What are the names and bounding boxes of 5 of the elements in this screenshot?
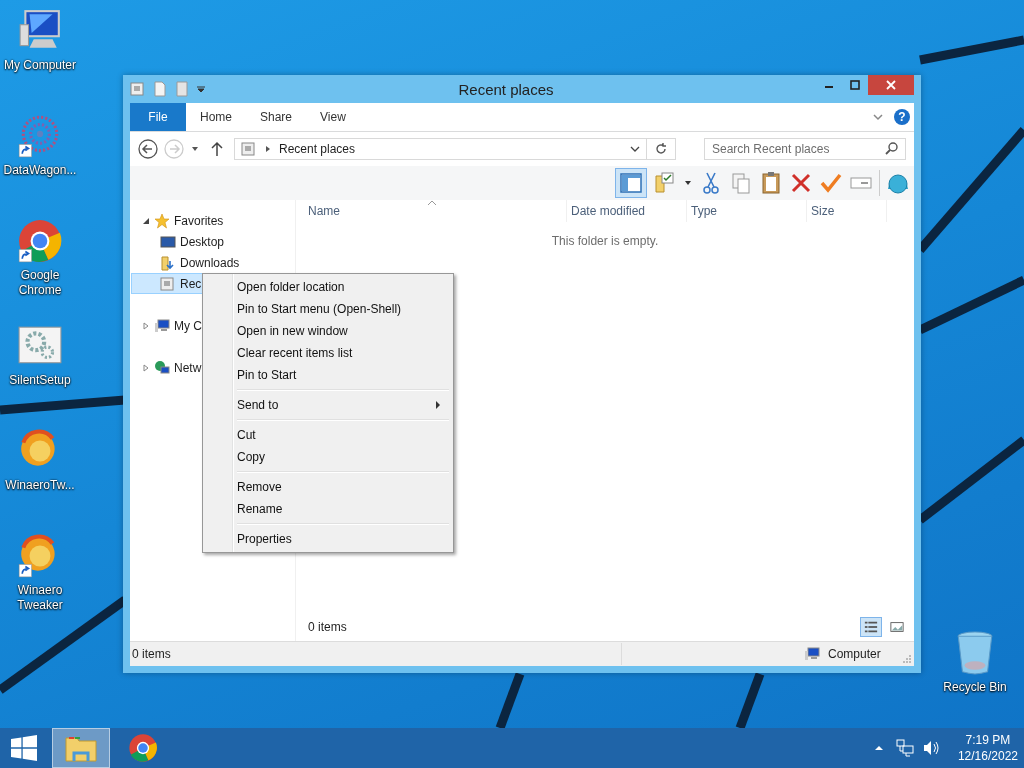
- item-count: 0 items: [308, 620, 347, 634]
- status-item-count: 0 items: [132, 647, 171, 661]
- empty-folder-message: This folder is empty.: [550, 234, 660, 248]
- status-location: Computer: [828, 647, 882, 661]
- window-title: Recent places: [457, 80, 555, 98]
